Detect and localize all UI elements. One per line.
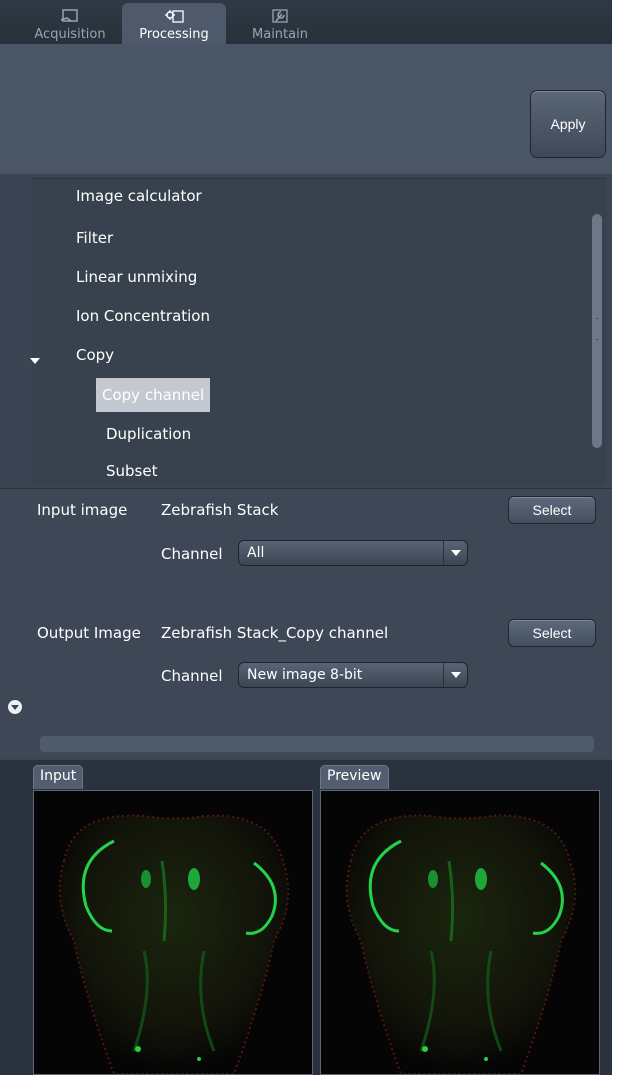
- zebrafish-preview-image: [345, 814, 577, 1074]
- tree-item-copy-channel[interactable]: Copy channel: [96, 378, 211, 412]
- tree-item-duplication[interactable]: Duplication: [106, 425, 191, 443]
- tab-preview-image[interactable]: Preview: [320, 765, 389, 789]
- tab-maintain[interactable]: Maintain: [228, 3, 332, 44]
- tree-item-subset[interactable]: Subset: [106, 462, 157, 480]
- output-channel-value: New image 8-bit: [247, 667, 363, 683]
- output-image-value: Zebrafish Stack_Copy channel: [161, 624, 389, 642]
- input-select-button[interactable]: Select: [508, 496, 596, 524]
- input-image-label: Input image: [37, 501, 128, 519]
- input-channel-label: Channel: [161, 545, 223, 563]
- tab-acquisition[interactable]: Acquisition: [18, 3, 122, 44]
- tree-item-linear-unmixing[interactable]: Linear unmixing: [76, 268, 197, 286]
- tree-item-image-calculator[interactable]: Image calculator: [76, 187, 202, 205]
- tree-item-ion-concentration[interactable]: Ion Concentration: [76, 307, 210, 325]
- output-channel-label: Channel: [161, 667, 223, 685]
- toolbar-area: [0, 44, 612, 174]
- processing-gear-icon: [165, 10, 184, 23]
- input-channel-dropdown[interactable]: All: [238, 540, 468, 566]
- tab-input-image[interactable]: Input: [33, 765, 84, 789]
- apply-button[interactable]: Apply: [530, 90, 606, 158]
- tree-item-copy[interactable]: Copy: [76, 346, 114, 364]
- expand-caret-icon[interactable]: [30, 358, 40, 364]
- zebrafish-input-image: [58, 814, 290, 1074]
- chevron-down-icon: [443, 541, 467, 565]
- tree-scrollbar[interactable]: [592, 214, 602, 448]
- progress-bar: [40, 736, 594, 752]
- preview-image-view: [320, 790, 600, 1075]
- chevron-down-icon: [443, 663, 467, 687]
- acquisition-icon: [60, 9, 78, 22]
- tab-processing[interactable]: Processing: [122, 3, 226, 44]
- input-channel-value: All: [247, 545, 265, 561]
- scrollbar-grip-icon: [596, 318, 598, 340]
- tab-acquisition-label: Acquisition: [34, 27, 106, 42]
- input-image-view: [33, 790, 313, 1075]
- tab-processing-label: Processing: [139, 27, 209, 42]
- tab-bar: Acquisition Processing Maintain: [0, 0, 612, 44]
- output-channel-dropdown[interactable]: New image 8-bit: [238, 662, 468, 688]
- output-image-label: Output Image: [37, 624, 141, 642]
- input-image-value: Zebrafish Stack: [161, 501, 279, 519]
- output-select-button[interactable]: Select: [508, 619, 596, 647]
- tab-maintain-label: Maintain: [252, 27, 308, 42]
- processing-panel: Acquisition Processing Maintain Apply Im…: [0, 0, 612, 1075]
- tree-item-filter[interactable]: Filter: [76, 229, 113, 247]
- maintain-wrench-icon: [272, 9, 288, 23]
- expand-more-icon[interactable]: [8, 700, 22, 714]
